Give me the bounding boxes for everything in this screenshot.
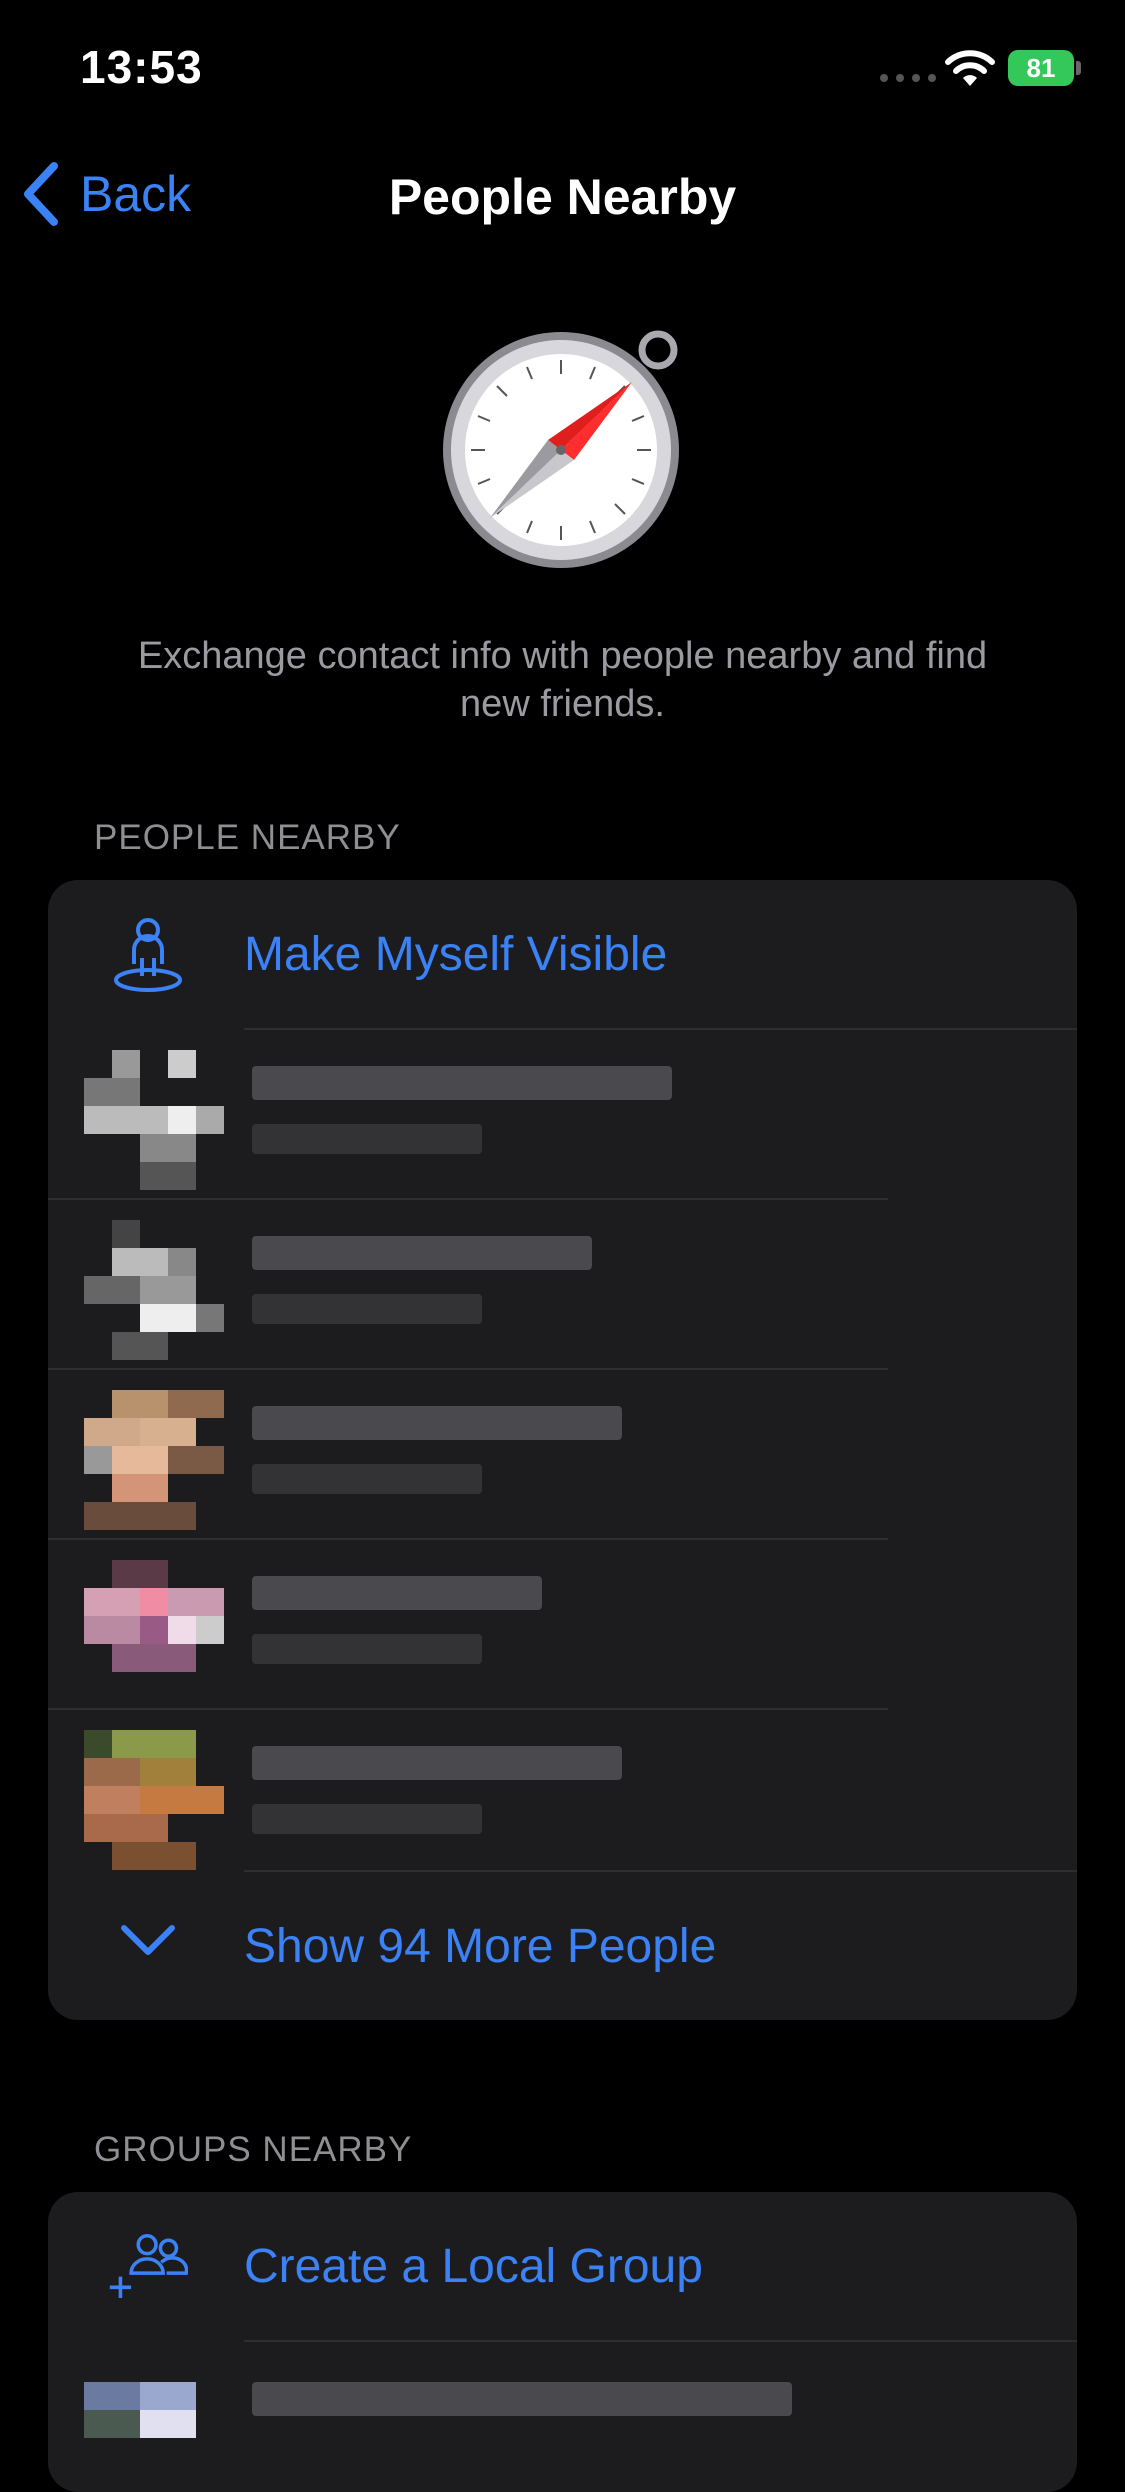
redacted-name [252,1576,542,1610]
person-on-pin-icon [114,918,182,992]
compass-icon [443,330,679,568]
create-group-label: Create a Local Group [244,2239,703,2293]
create-local-group-button[interactable]: Create a Local Group [48,2192,1077,2340]
battery-icon: 81 [1008,50,1074,86]
redacted-name [252,1236,592,1270]
groups-nearby-header: GROUPS NEARBY [94,2130,413,2169]
wifi-icon [945,50,995,86]
redacted-distance [252,1124,482,1154]
page-title: People Nearby [388,169,737,225]
redacted-distance [252,1804,482,1834]
list-item[interactable] [48,1540,1077,1708]
show-more-label: Show 94 More People [244,1919,717,1973]
people-nearby-card: Make Myself Visible Show 94 More People [48,880,1077,2020]
redacted-distance [252,1464,482,1494]
avatar [84,1730,228,1874]
avatar [84,1050,228,1194]
avatar [84,1220,228,1364]
redacted-distance [252,1294,482,1324]
chevron-down-icon [121,1925,175,1955]
redacted-name [252,1746,622,1780]
list-item[interactable] [48,1370,1077,1538]
avatar [84,1390,228,1534]
list-item[interactable] [48,2342,1077,2492]
redacted-name [252,1406,622,1440]
redacted-name [252,1066,672,1100]
avatar [84,2362,228,2492]
list-item[interactable] [48,1200,1077,1368]
status-time: 13:53 [80,41,203,93]
battery-cap [1076,61,1081,75]
groups-nearby-card: Create a Local Group [48,2192,1077,2492]
redacted-distance [252,1634,482,1664]
battery-level: 81 [1026,52,1056,83]
make-visible-button[interactable]: Make Myself Visible [48,880,1077,1028]
make-visible-label: Make Myself Visible [244,927,668,981]
redacted-name [252,2382,792,2416]
add-group-icon [109,2234,188,2298]
intro-text: Exchange contact info with people nearby… [137,635,988,725]
people-nearby-header: PEOPLE NEARBY [94,818,401,857]
list-item[interactable] [48,1030,1077,1198]
show-more-people-button[interactable]: Show 94 More People [48,1872,1077,2020]
list-item[interactable] [48,1710,1077,1878]
avatar [84,1560,228,1704]
cellular-signal-icon [880,74,936,82]
